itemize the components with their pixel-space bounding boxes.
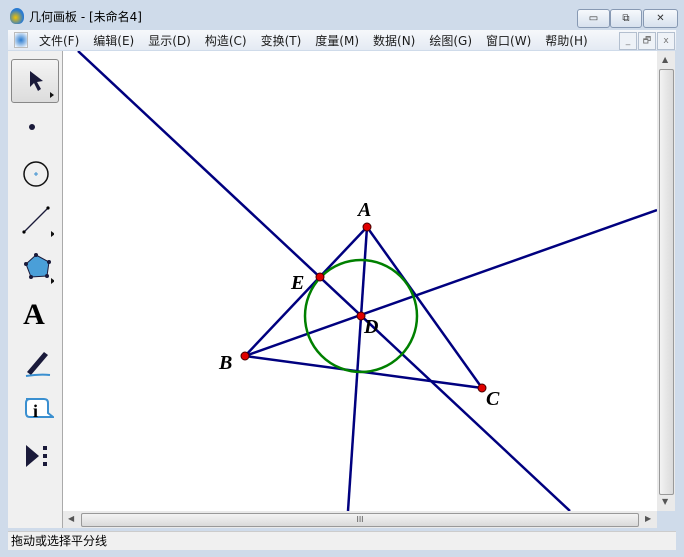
title-bar: 几何画板 - [未命名4] [10,6,142,26]
point-icon [29,124,35,130]
scroll-up-icon[interactable]: ▲ [662,55,668,64]
vertical-scroll-thumb[interactable] [659,69,674,495]
menu-graph[interactable]: 绘图(G) [422,32,479,49]
point-e[interactable] [315,272,325,282]
restore-button[interactable]: ⧉ [610,9,642,28]
point-b[interactable] [240,351,250,361]
text-tool[interactable]: A [11,294,57,336]
menu-help[interactable]: 帮助(H) [538,32,594,49]
vertical-scrollbar[interactable]: ▲ ▼ [657,51,675,511]
arrow-select-icon [30,71,54,98]
compass-tool[interactable] [11,153,57,195]
window-title: 几何画板 - [未命名4] [29,9,142,24]
line-tool[interactable] [11,199,57,241]
info-icon: i [25,398,54,421]
marker-tool[interactable] [11,341,57,383]
angle-bisector-c[interactable] [77,51,571,511]
sketch-canvas[interactable]: A B C D E [63,51,657,511]
point-tool[interactable] [11,106,57,148]
menu-transform[interactable]: 变换(T) [254,32,309,49]
label-a: A [356,199,371,221]
label-c: C [486,388,500,410]
svg-text:i: i [33,401,38,421]
play-custom-icon [26,445,47,467]
polygon-tool[interactable] [11,246,57,288]
marker-icon [25,352,51,377]
menu-measure[interactable]: 度量(M) [308,32,366,49]
minimize-button[interactable]: ▭ [577,9,610,28]
doc-restore-button[interactable]: 🗗 [638,32,656,50]
point-a[interactable] [362,222,372,232]
toolbox: A i [8,51,63,528]
scroll-right-icon[interactable]: ▶ [645,514,651,523]
menu-construct[interactable]: 构造(C) [198,32,254,49]
arrow-tool[interactable] [11,59,59,103]
pentagon-icon [24,253,54,284]
document-icon [14,32,28,48]
status-bar: 拖动或选择平分线 [8,531,676,550]
angle-bisector-a[interactable] [346,226,369,511]
menu-bar: 文件(F) 编辑(E) 显示(D) 构造(C) 变换(T) 度量(M) 数据(N… [8,30,676,50]
horizontal-scrollbar[interactable]: ◀ III ▶ [63,511,657,528]
segment-ab[interactable] [244,226,368,357]
menu-data[interactable]: 数据(N) [366,32,422,49]
circle-icon [23,161,49,187]
label-e: E [290,272,304,294]
label-d: D [363,316,378,338]
segment-icon [22,206,54,237]
doc-minimize-button[interactable]: _ [619,32,637,50]
geometry-figure: A B C D E [77,51,657,511]
scroll-left-icon[interactable]: ◀ [68,514,74,523]
menu-display[interactable]: 显示(D) [141,32,198,49]
doc-close-button[interactable]: x [657,32,675,50]
app-window: 几何画板 - [未命名4] ▭ ⧉ ✕ 文件(F) 编辑(E) 显示(D) 构造… [0,0,684,557]
information-tool[interactable]: i [11,388,57,430]
horizontal-scroll-thumb[interactable]: III [81,513,639,527]
menu-window[interactable]: 窗口(W) [479,32,538,49]
label-b: B [218,352,232,374]
menu-file[interactable]: 文件(F) [32,32,86,49]
app-icon [10,8,24,24]
close-button[interactable]: ✕ [643,9,678,28]
scroll-down-icon[interactable]: ▼ [662,497,668,506]
custom-tool[interactable] [11,435,57,477]
menu-edit[interactable]: 编辑(E) [86,32,141,49]
point-c[interactable] [477,383,487,393]
